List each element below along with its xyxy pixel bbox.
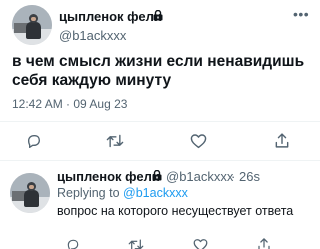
tweet-text: в чем смысл жизни если ненавидишь себя к… xyxy=(12,53,305,89)
avatar[interactable] xyxy=(12,5,52,45)
reply-icon[interactable] xyxy=(66,238,80,249)
reply-time-ago[interactable]: 26s xyxy=(239,169,260,184)
replying-to-label: Replying to @b1ackxxx xyxy=(57,186,188,200)
reply-author-handle[interactable]: @b1ackxxx xyxy=(166,169,233,184)
lock-icon xyxy=(152,170,162,181)
lock-icon xyxy=(153,10,163,21)
like-icon[interactable] xyxy=(190,133,207,149)
author-handle[interactable]: @b1ackxxx xyxy=(59,28,126,43)
like-icon[interactable] xyxy=(193,238,208,249)
share-icon[interactable] xyxy=(274,132,290,149)
time-separator: · xyxy=(231,169,236,184)
timestamp[interactable]: 12:42 AM · 09 Aug 23 xyxy=(12,97,127,111)
reply-author-name[interactable]: цыпленок фели xyxy=(57,169,160,184)
divider xyxy=(0,121,320,122)
more-icon[interactable]: ••• xyxy=(293,6,309,22)
divider xyxy=(0,160,320,161)
reply-icon[interactable] xyxy=(26,133,42,149)
replying-to-mention[interactable]: @b1ackxxx xyxy=(123,186,188,200)
avatar[interactable] xyxy=(10,173,50,213)
retweet-icon[interactable] xyxy=(106,133,124,149)
share-icon[interactable] xyxy=(257,237,271,249)
retweet-icon[interactable] xyxy=(128,238,144,249)
replying-prefix: Replying to xyxy=(57,186,120,200)
author-name[interactable]: цыпленок фели xyxy=(59,9,162,24)
reply-text: вопрос на которого несуществует ответа xyxy=(57,204,294,218)
